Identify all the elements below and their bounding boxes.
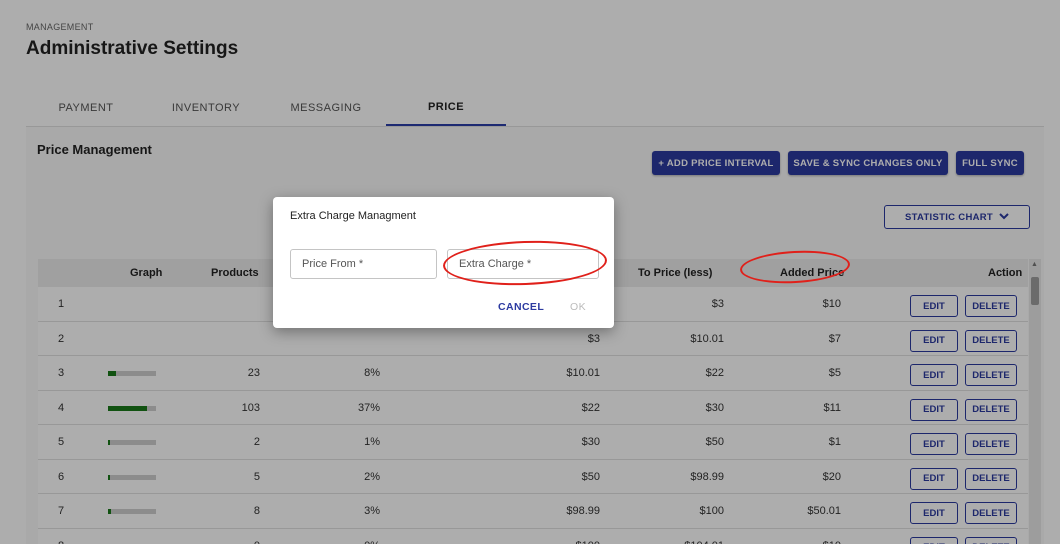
- cancel-button[interactable]: CANCEL: [498, 301, 544, 313]
- dialog-title: Extra Charge Managment: [290, 210, 416, 222]
- ok-button[interactable]: OK: [570, 301, 586, 313]
- price-from-input[interactable]: [290, 249, 437, 279]
